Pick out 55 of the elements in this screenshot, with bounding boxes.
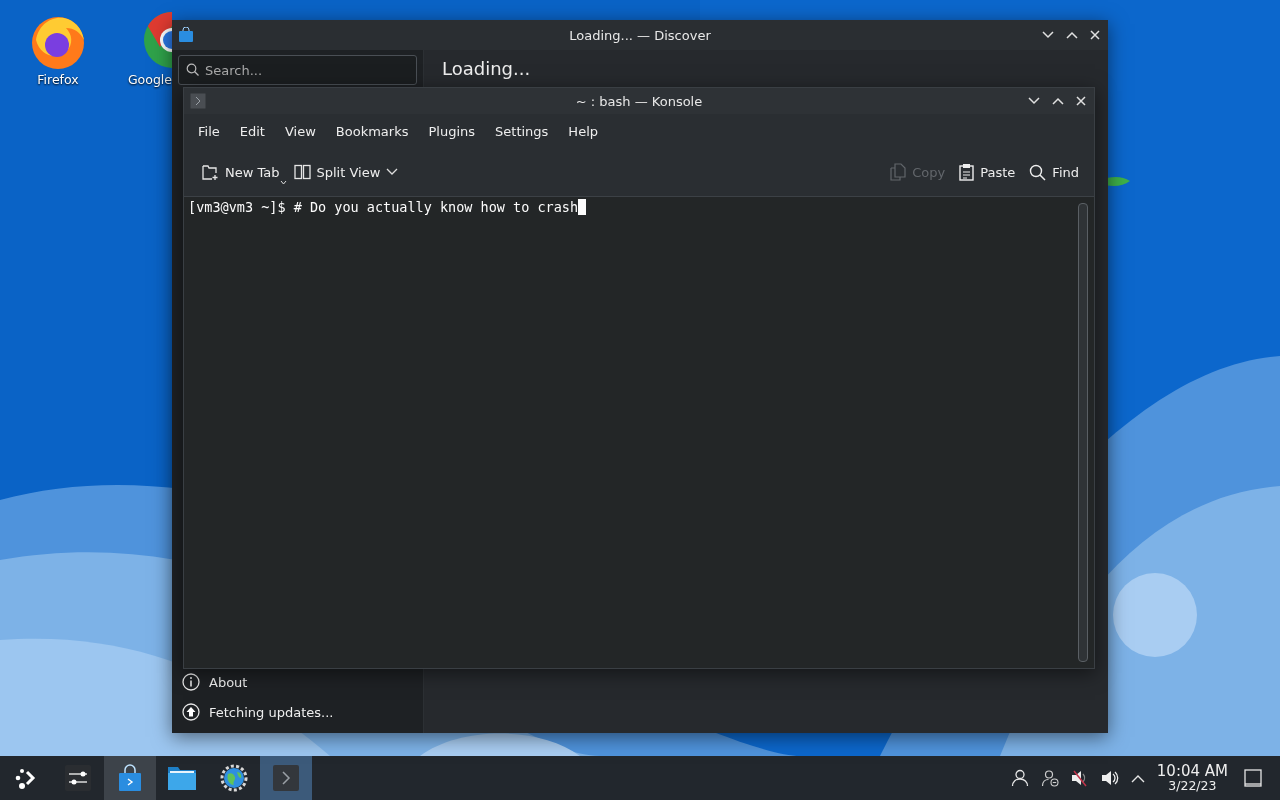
minimize-icon[interactable] <box>1042 31 1054 39</box>
toolbar-button[interactable]: New Tab <box>194 159 287 185</box>
close-icon[interactable] <box>1076 96 1086 106</box>
terminal-icon <box>272 764 300 792</box>
menu-item[interactable]: Plugins <box>418 119 486 143</box>
clock-date: 3/22/23 <box>1168 779 1217 793</box>
page-heading: Loading... <box>442 58 531 79</box>
menu-item[interactable]: Settings <box>485 119 559 143</box>
scrollbar[interactable] <box>1078 203 1088 662</box>
split-view-icon <box>293 164 311 180</box>
desktop-icon-label[interactable]: Firefox <box>37 72 79 87</box>
user-minus-icon[interactable] <box>1040 769 1059 787</box>
maximize-icon[interactable] <box>1066 31 1078 39</box>
clock[interactable]: 10:04 AM 3/22/23 <box>1156 763 1228 793</box>
sidebar-item[interactable]: Fetching updates... <box>178 697 417 727</box>
sliders-icon <box>64 764 92 792</box>
user-icon[interactable] <box>1010 769 1029 787</box>
new-tab-icon <box>201 163 219 181</box>
toolbar-button[interactable]: Split View <box>286 160 406 184</box>
caret-icon <box>386 168 399 176</box>
folder-icon <box>167 765 197 791</box>
terminal-text: [vm3@vm3 ~]$ # Do you actually know how to crash <box>188 199 579 215</box>
search-field[interactable]: Search... <box>178 55 417 85</box>
minimize-icon[interactable] <box>1028 97 1040 105</box>
window-title: ~ : bash — Konsole <box>575 93 703 109</box>
menu-item[interactable]: View <box>274 119 326 143</box>
toolbar-button[interactable]: Find <box>1022 159 1086 185</box>
search-icon <box>1029 163 1047 181</box>
clock-time: 10:04 AM <box>1156 763 1228 779</box>
upload-icon <box>182 703 200 721</box>
menu-item[interactable]: Edit <box>229 119 275 143</box>
muted-speaker-icon[interactable] <box>1070 769 1089 787</box>
clipboard-icon <box>959 163 975 181</box>
caret-icon <box>279 180 287 185</box>
gear-globe-icon <box>220 764 248 792</box>
speaker-icon[interactable] <box>1100 769 1119 787</box>
caret-up-icon[interactable] <box>1130 773 1145 783</box>
maximize-icon[interactable] <box>1052 97 1064 105</box>
terminal-area[interactable]: [vm3@vm3 ~]$ # Do you actually know how to crash <box>184 197 1094 668</box>
shopping-bag-icon <box>117 764 143 792</box>
menu-item[interactable]: File <box>188 119 230 143</box>
shopping-bag-icon <box>178 27 194 43</box>
terminal-icon <box>190 93 206 109</box>
info-icon <box>182 673 200 691</box>
sidebar-item[interactable]: About <box>178 667 417 697</box>
window-title: Loading... — Discover <box>569 27 711 43</box>
toolbar-button[interactable]: Paste <box>952 159 1023 185</box>
desktop-icon-label[interactable]: Google <box>127 72 172 87</box>
menu-item[interactable]: Bookmarks <box>325 119 419 143</box>
menu-item[interactable]: Help <box>558 119 608 143</box>
search-icon <box>186 63 199 76</box>
text-cursor <box>578 199 587 215</box>
copy-icon <box>890 163 907 181</box>
close-icon[interactable] <box>1090 30 1100 40</box>
show-desktop-icon[interactable] <box>1244 769 1262 787</box>
